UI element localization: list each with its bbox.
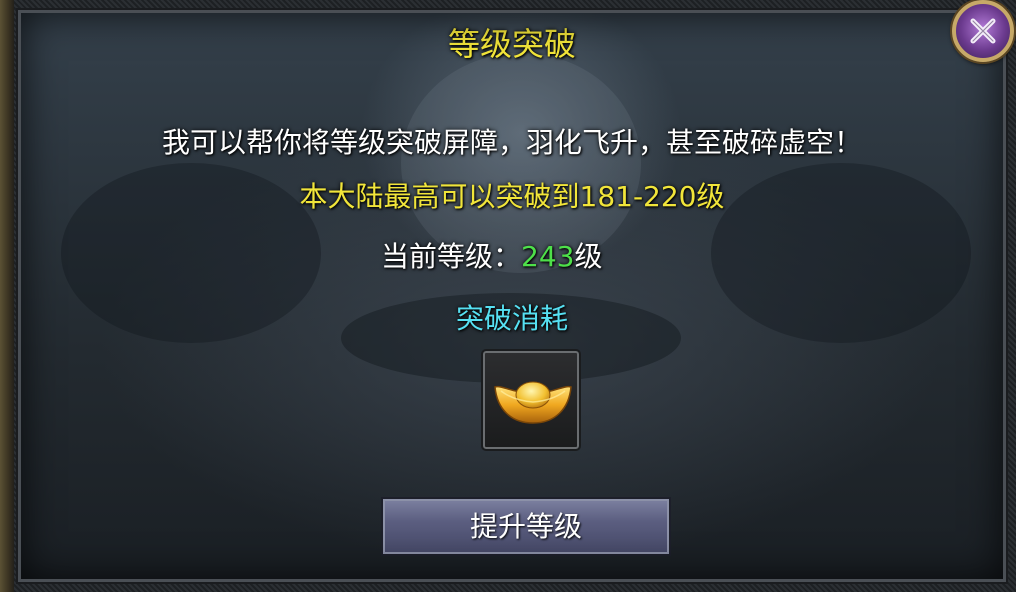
cost-item-slot[interactable] [481,349,581,451]
dialog-title: 等级突破 [447,25,576,63]
close-button[interactable] [952,0,1014,62]
level-breakthrough-dialog: 等级突破 我可以帮你将等级突破屏障，羽化飞升，甚至破碎虚空！ 本大陆最高可以突破… [16,8,1008,584]
background-map-edge [0,0,14,592]
game-window: 等级突破 我可以帮你将等级突破屏障，羽化飞升，甚至破碎虚空！ 本大陆最高可以突破… [0,0,1016,592]
upgrade-level-button[interactable]: 提升等级 [381,497,671,556]
description-text: 我可以帮你将等级突破屏障，羽化飞升，甚至破碎虚空！ [161,126,862,159]
current-level-row: 当前等级：243级 [381,235,602,275]
current-level-unit: 级 [574,240,603,273]
cost-label: 突破消耗 [455,302,568,335]
gold-ingot-icon [494,381,572,424]
current-level-label: 当前等级： [381,240,522,273]
current-level-value: 243 [521,240,575,273]
max-breakthrough-text: 本大陆最高可以突破到181-220级 [299,180,725,213]
close-icon [970,18,996,44]
